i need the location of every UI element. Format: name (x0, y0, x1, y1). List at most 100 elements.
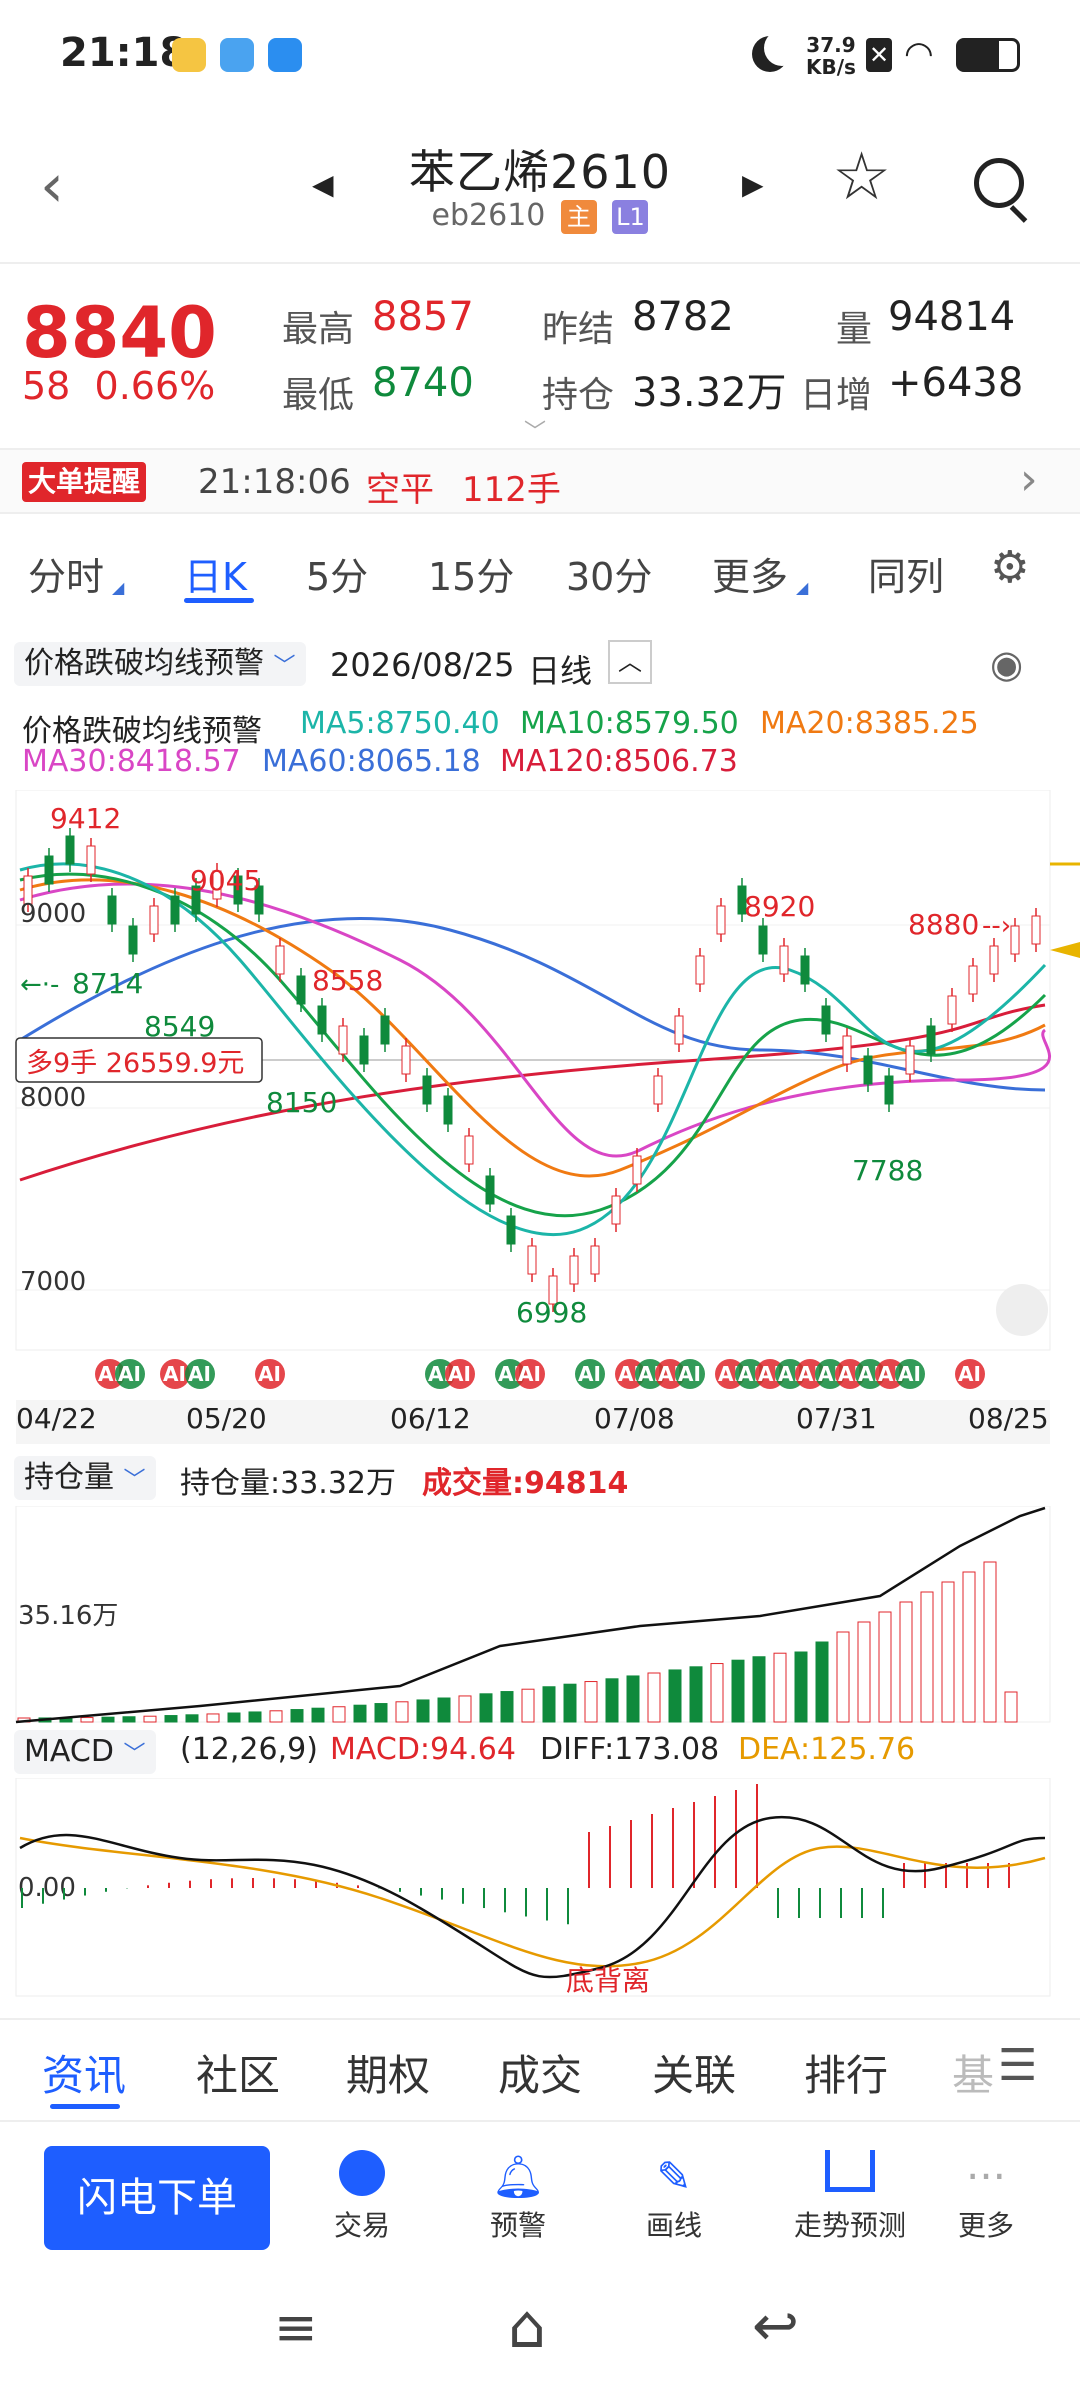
tab-30min[interactable]: 30分 (566, 546, 652, 601)
tab-daily-k[interactable]: 日K (184, 546, 247, 601)
eye-icon[interactable]: ◉ (990, 642, 1023, 686)
main-tag: 主 (560, 199, 597, 234)
candle (653, 1075, 663, 1105)
candle (128, 925, 138, 955)
divergence-label: 底背离 (566, 1964, 650, 1997)
trend-forecast-button[interactable]: 走势预测 (760, 2150, 940, 2244)
candle (44, 855, 54, 885)
macd-params: (12,26,9) (180, 1732, 318, 1767)
menu-icon[interactable]: ☰ (998, 2040, 1037, 2091)
tab-community[interactable]: 社区 (196, 2042, 280, 2103)
candle (863, 1055, 873, 1085)
volume-bar (437, 1697, 451, 1723)
collapse-icon[interactable]: ︿ (608, 640, 652, 684)
indicator-header: 价格跌破均线预警 ﹀ 2026/08/25 日线 ︿ ◉ 价格跌破均线预警 MA… (0, 630, 1080, 780)
volume-bar (731, 1659, 745, 1723)
ai-marker-label: AI (898, 1362, 921, 1386)
volume-bar (836, 1631, 850, 1723)
label-8714: 8714 (72, 967, 143, 1000)
volume-bar (857, 1621, 871, 1723)
contract-code: eb2610 (431, 198, 546, 233)
back-nav-icon[interactable]: ↩ (752, 2294, 799, 2359)
candle (611, 1195, 621, 1225)
position-tag: 多9手 26559.9元 (26, 1048, 244, 1079)
volume-bar (416, 1699, 430, 1723)
indicator-select[interactable]: 价格跌破均线预警 ﹀ (14, 642, 306, 686)
candle (926, 1025, 936, 1055)
volume-bar (584, 1681, 598, 1723)
ma60-value: MA60:8065.18 (262, 744, 481, 779)
star-icon[interactable]: ☆ (832, 138, 891, 215)
macd-select[interactable]: MACD ﹀ (14, 1730, 156, 1774)
candle (1031, 915, 1041, 945)
volume-bar (80, 1717, 94, 1723)
volume-bar (248, 1711, 262, 1723)
candle (569, 1255, 579, 1285)
svg-text:←·-: ←·- (20, 970, 59, 1000)
tab-related[interactable]: 关联 (652, 2042, 736, 2103)
ai-markers: AIAI AI AI AI AIAI AIAI AI AIAIAIAI AIAIAIAIAIAI… (95, 1359, 985, 1389)
ma10-value: MA10:8579.50 (520, 706, 739, 741)
candle (758, 925, 768, 955)
candle (1010, 925, 1020, 955)
du-app-icon (268, 38, 302, 72)
oi-select[interactable]: 持仓量 ﹀ (14, 1456, 156, 1500)
label-8880: 8880 (908, 908, 979, 941)
stock-app-icon (220, 38, 254, 72)
tab-more[interactable]: 更多 (712, 546, 788, 601)
weibo-icon (172, 38, 206, 72)
candle (380, 1015, 390, 1045)
volume-bar (710, 1663, 724, 1723)
tab-fenshi[interactable]: 分时 (28, 546, 104, 601)
oi-chart[interactable]: 35.16万 (0, 1506, 1080, 1726)
label-8150: 8150 (266, 1086, 337, 1119)
next-contract-icon[interactable]: ▶ (742, 168, 764, 201)
tab-5min[interactable]: 5分 (306, 546, 368, 601)
title-bar: ‹ ◀ 苯乙烯2610 eb2610 主 L1 ▶ ☆ (0, 120, 1080, 260)
flash-order-button[interactable]: 闪电下单 (44, 2146, 270, 2250)
ai-marker-label: AI (448, 1362, 471, 1386)
tab-same-column[interactable]: 同列 (868, 546, 944, 601)
alert-qty: 112手 (462, 470, 561, 510)
volume-bar (479, 1693, 493, 1723)
date-0708: 07/08 (594, 1402, 675, 1435)
price-change: 58 0.66% (22, 364, 216, 408)
tick-9000: 9000 (20, 899, 86, 929)
volume-bar (101, 1716, 115, 1723)
volume-bar (752, 1656, 766, 1723)
fullscreen-icon[interactable] (996, 1284, 1048, 1336)
bottom-tabs: 资讯 社区 期权 成交 关联 排行 基 ☰ (0, 2018, 1080, 2122)
candle (338, 1025, 348, 1055)
candle (695, 955, 705, 985)
label-6998: 6998 (516, 1296, 587, 1329)
more-button[interactable]: ··· 更多 (916, 2150, 1056, 2244)
trade-button[interactable]: 交易 (292, 2150, 432, 2244)
tab-basis[interactable]: 基 (952, 2042, 994, 2103)
settings-icon[interactable]: ⚙ (990, 542, 1029, 593)
system-nav-bar: ≡ ⌂ ↩ (0, 2270, 1080, 2400)
chart-period: 日线 (528, 652, 593, 690)
tab-options[interactable]: 期权 (346, 2042, 430, 2103)
macd-chart[interactable]: 0.00 底背离 (0, 1778, 1080, 1998)
last-price: 8840 (22, 292, 217, 374)
date-0825: 08/25 (968, 1402, 1049, 1435)
wifi-icon: ◠ (904, 34, 934, 74)
daily-label: 日增 (800, 375, 873, 416)
low-value: 8740 (372, 360, 474, 406)
large-order-alert[interactable]: 大单提醒 21:18:06 空平 112手 › (0, 448, 1080, 514)
expand-icon[interactable]: ﹀ (524, 414, 546, 446)
tab-ranking[interactable]: 排行 (804, 2042, 888, 2103)
tab-trades[interactable]: 成交 (498, 2042, 582, 2103)
candle (296, 975, 306, 1005)
candle (149, 905, 159, 935)
recent-apps-icon[interactable]: ≡ (274, 2298, 318, 2358)
date-0520: 05/20 (186, 1402, 267, 1435)
alert-button[interactable]: 🔔︎ 预警 (448, 2150, 588, 2244)
search-icon[interactable] (974, 158, 1024, 208)
tab-news[interactable]: 资讯 (42, 2042, 126, 2103)
tab-15min[interactable]: 15分 (428, 546, 514, 601)
volume-bar (878, 1611, 892, 1723)
kline-chart[interactable]: 9412 9045 8714 ←·- 8549 8558 8150 6998 8… (0, 790, 1080, 1450)
home-icon[interactable]: ⌂ (508, 2292, 546, 2362)
draw-button[interactable]: ✎ 画线 (604, 2150, 744, 2244)
